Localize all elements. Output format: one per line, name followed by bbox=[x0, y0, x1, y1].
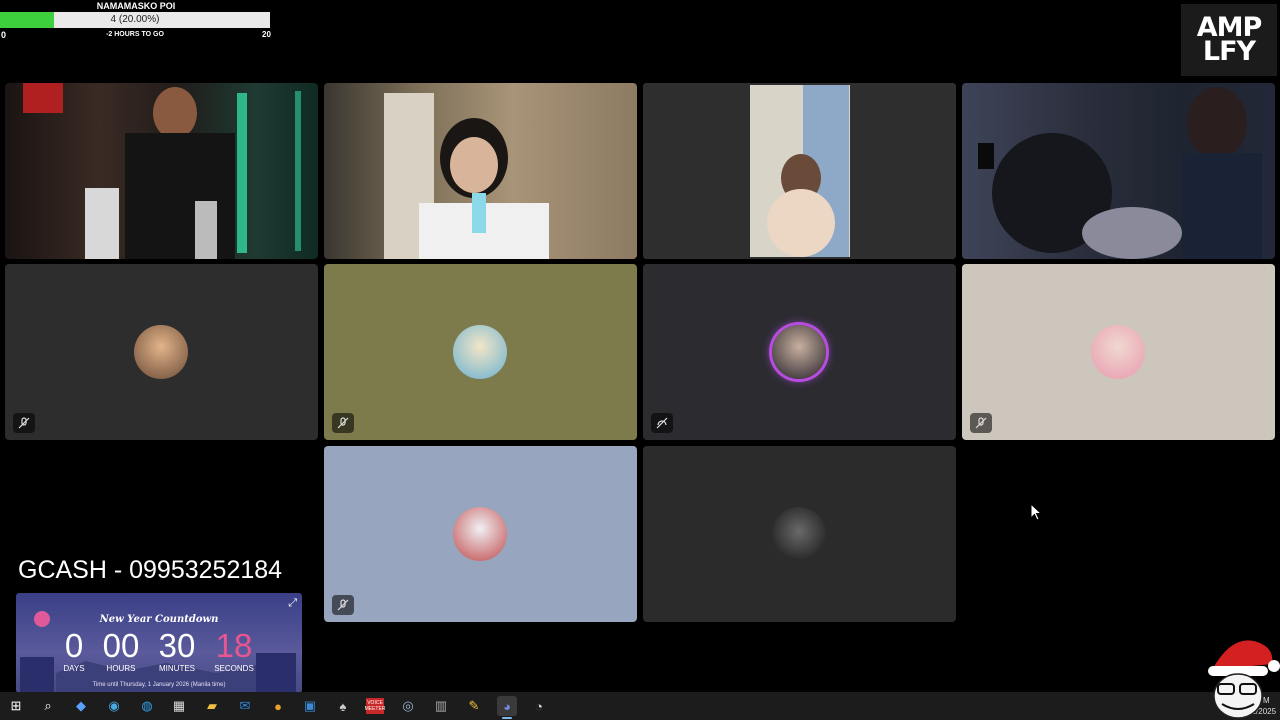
deafened-icon bbox=[651, 413, 673, 433]
participant-tile[interactable] bbox=[324, 446, 637, 622]
participant-avatar bbox=[1091, 325, 1145, 379]
mic-muted-icon bbox=[332, 595, 354, 615]
video-feed bbox=[5, 83, 318, 259]
participant-tile[interactable] bbox=[643, 264, 956, 440]
amplfy-logo: AMP LFY bbox=[1181, 4, 1277, 76]
file-explorer-icon[interactable]: ▰ bbox=[202, 696, 222, 716]
obs-icon[interactable]: ◔ bbox=[529, 696, 549, 716]
app-blue-icon[interactable]: ▣ bbox=[300, 696, 320, 716]
countdown-hours: 00 HOURS bbox=[93, 627, 149, 674]
seconds-label: SECONDS bbox=[214, 664, 254, 673]
device-icon[interactable]: ▥ bbox=[431, 696, 451, 716]
participant-avatar bbox=[772, 507, 826, 561]
participant-avatar bbox=[134, 325, 188, 379]
video-feed bbox=[962, 83, 1275, 259]
voice-meeter-icon[interactable]: VOICE MEETER bbox=[365, 698, 385, 714]
edge-icon[interactable]: ◍ bbox=[137, 696, 157, 716]
donation-goal-widget: NAMAMASKO POI 4 (20.00%) 0 -2 HOURS TO G… bbox=[0, 0, 272, 40]
goal-progress-text: 4 (20.00%) bbox=[110, 14, 160, 25]
copilot-icon[interactable]: ◆ bbox=[71, 696, 91, 716]
goal-subtitle: -2 HOURS TO GO bbox=[106, 31, 164, 38]
countdown-seconds: 18 SECONDS bbox=[206, 627, 262, 674]
search-icon[interactable]: ⌕ bbox=[38, 696, 58, 716]
expand-icon[interactable]: ⤢ bbox=[288, 597, 297, 610]
discord-icon[interactable]: ◕ bbox=[497, 696, 517, 716]
game-icon[interactable]: ♠ bbox=[333, 696, 353, 716]
active-app-indicator bbox=[502, 717, 512, 719]
tools-icon[interactable]: ✎ bbox=[464, 696, 484, 716]
video-feed bbox=[643, 83, 956, 259]
goal-max: 20 bbox=[262, 30, 271, 39]
video-tile[interactable] bbox=[324, 83, 637, 259]
participant-avatar bbox=[453, 507, 507, 561]
countdown-footer: Time until Thursday, 1 January 2026 (Man… bbox=[92, 682, 226, 688]
participant-tile[interactable] bbox=[324, 264, 637, 440]
participant-tile[interactable] bbox=[962, 264, 1275, 440]
video-feed bbox=[324, 83, 637, 259]
logo-text: AMP LFY bbox=[1196, 12, 1263, 67]
mic-muted-icon bbox=[970, 413, 992, 433]
gcash-donation-text: GCASH - 09953252184 bbox=[18, 556, 283, 584]
participant-tile[interactable] bbox=[5, 264, 318, 440]
chrome-icon[interactable]: ● bbox=[268, 696, 288, 716]
new-year-countdown-widget: ⤢ New Year Countdown 0 DAYS 00 HOURS 30 … bbox=[16, 593, 302, 693]
windows-start-icon[interactable]: ⊞ bbox=[6, 696, 26, 716]
participant-avatar-speaking bbox=[772, 325, 826, 379]
video-tile-speaking[interactable] bbox=[643, 83, 956, 259]
minutes-label: MINUTES bbox=[159, 664, 195, 673]
outlook-icon[interactable]: ✉ bbox=[235, 696, 255, 716]
mic-muted-icon bbox=[332, 413, 354, 433]
santa-hat-mascot-icon bbox=[1208, 640, 1280, 719]
edge-beta-icon[interactable]: ◉ bbox=[104, 696, 124, 716]
countdown-title: New Year Countdown bbox=[99, 614, 219, 625]
desktop-stage: NAMAMASKO POI 4 (20.00%) 0 -2 HOURS TO G… bbox=[0, 0, 1280, 720]
store-icon[interactable]: ▦ bbox=[169, 696, 189, 716]
mic-muted-icon bbox=[13, 413, 35, 433]
goal-progress-bar: 4 (20.00%) bbox=[0, 12, 270, 28]
goal-title: NAMAMASKO POI bbox=[96, 1, 176, 11]
seconds-value: 18 bbox=[215, 627, 253, 664]
mouse-cursor-icon bbox=[1030, 503, 1042, 521]
video-tile[interactable] bbox=[5, 83, 318, 259]
countdown-minutes: 30 MINUTES bbox=[149, 627, 205, 674]
steam-icon[interactable]: ◎ bbox=[398, 696, 418, 716]
hours-value: 00 bbox=[102, 627, 140, 664]
minutes-value: 30 bbox=[158, 627, 196, 664]
taskbar: 11:29 PM 31/12/2025 ⊞⌕◆◉◍▦▰✉●▣♠VOICE MEE… bbox=[0, 692, 1280, 720]
participant-tile[interactable] bbox=[643, 446, 956, 622]
video-tile[interactable] bbox=[962, 83, 1275, 259]
hours-label: HOURS bbox=[106, 664, 136, 673]
participant-avatar bbox=[453, 325, 507, 379]
